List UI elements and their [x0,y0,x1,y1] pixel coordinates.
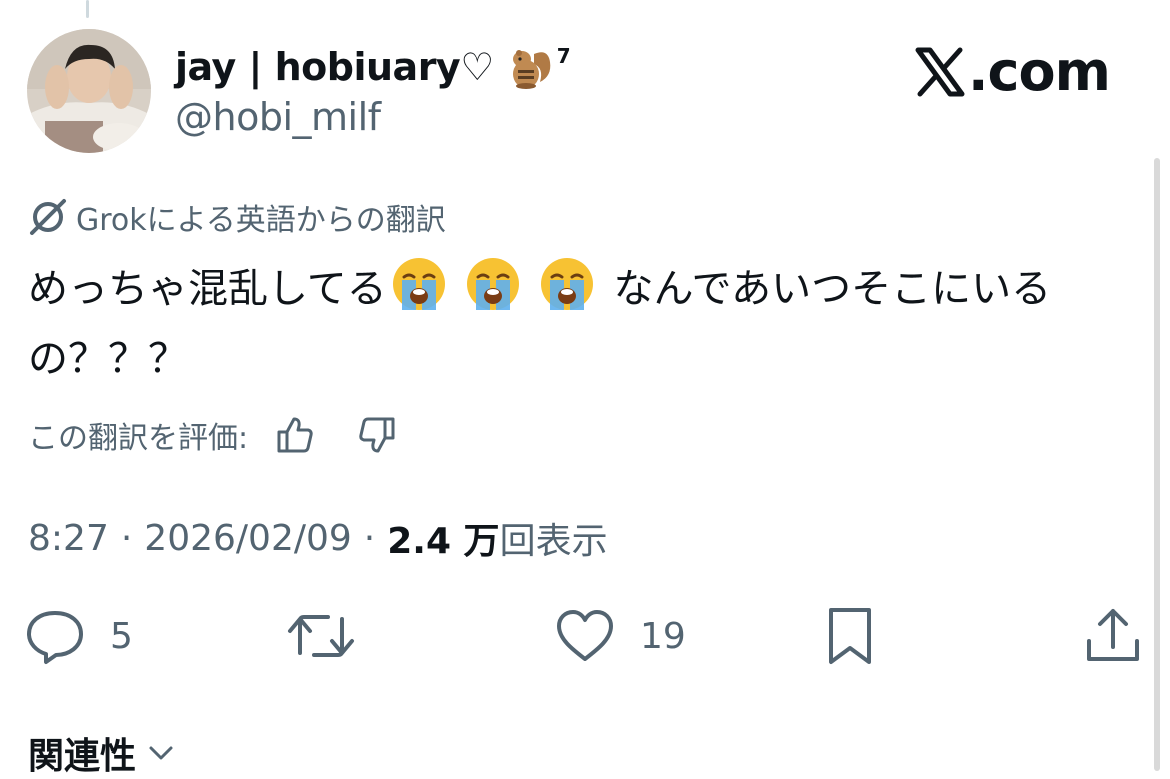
thread-connector-line [86,0,89,18]
thumbs-up-icon[interactable] [274,414,316,456]
x-logo-icon [915,47,965,96]
retweet-button[interactable] [286,604,380,668]
translation-rating: この翻訳を評価: [28,412,398,458]
bookmark-icon [829,608,871,664]
related-label: 関連性 [28,736,137,777]
grok-icon [30,199,66,235]
meta-separator: · [120,517,133,559]
share-button[interactable] [1082,604,1144,668]
tweet-date[interactable]: 2026/02/09 [144,518,352,559]
retweet-icon [288,615,354,657]
tweet-time[interactable]: 8:27 [28,518,109,559]
action-bar: 5 19 [0,604,1170,668]
reply-button[interactable]: 5 [24,604,133,668]
views-label: 回表示 [499,521,608,562]
heart-icon [557,610,613,661]
bookmark-button[interactable] [819,604,881,668]
chipmunk-emoji [512,50,551,89]
loudly-crying-face-emoji [392,258,445,310]
name-superscript: 7 [556,44,571,68]
rate-prompt: この翻訳を評価: [28,421,249,456]
loudly-crying-face-emoji [466,258,519,310]
chevron-down-icon [149,746,173,760]
author-name-row[interactable]: jay | hobiuary♡ 7 [175,42,571,92]
thumbs-down-icon[interactable] [356,414,398,456]
translation-notice: Grokによる英語からの翻訳 [26,195,446,239]
tweet-metadata: 8:27 · 2026/02/09 · 2.4 万 回表示 [28,512,608,564]
brand-domain: .com [968,40,1111,103]
reply-count: 5 [110,615,133,657]
translation-notice-text: Grokによる英語からの翻訳 [76,203,446,238]
x-com-logo: .com [914,40,1111,103]
tweet-text: めっちゃ混乱してる なんであいつそこにいるの？？？ [28,254,1128,394]
like-count: 19 [640,615,686,657]
author-handle[interactable]: @hobi_milf [175,95,381,139]
tweet-text-part1: めっちゃ混乱してる [28,266,387,312]
loudly-crying-face-emoji [540,258,593,310]
views-count[interactable]: 2.4 万 [387,512,499,564]
author-display-name[interactable]: jay | hobiuary♡ [175,45,494,89]
meta-separator: · [363,517,376,559]
scrollbar[interactable] [1154,158,1160,771]
avatar[interactable] [27,29,151,153]
share-icon [1087,609,1139,661]
like-button[interactable]: 19 [554,604,686,668]
avatar-image [27,29,151,153]
reply-icon [27,611,83,664]
